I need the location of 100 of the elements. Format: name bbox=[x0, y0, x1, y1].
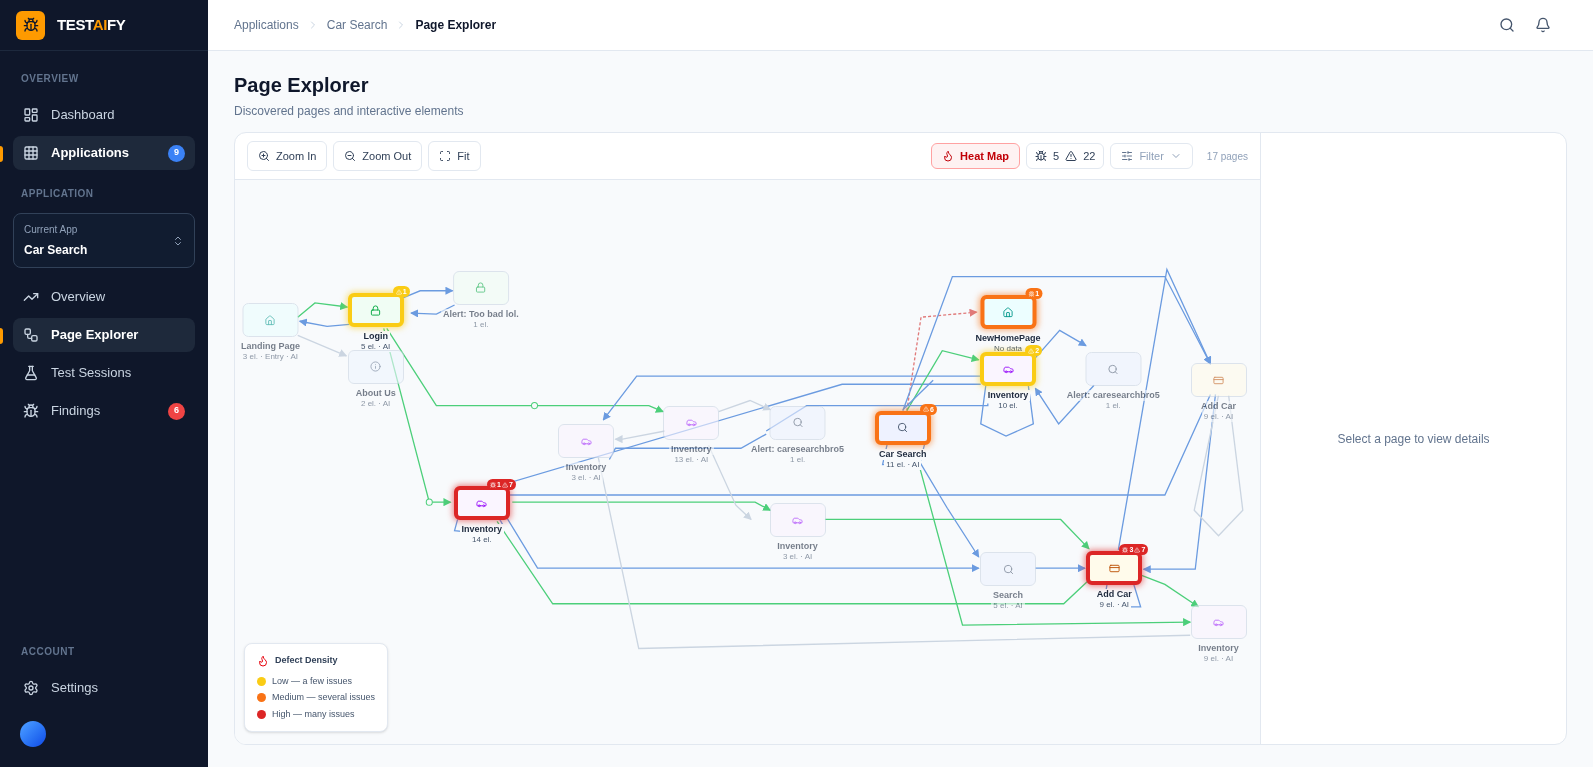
logo-text: AI bbox=[92, 15, 107, 33]
node-meta: 1 el. bbox=[471, 319, 491, 330]
section-heading: ACCOUNT bbox=[20, 645, 76, 659]
picker-label: Current App bbox=[24, 223, 79, 237]
node-title: Alert: caresearchbro5 bbox=[1064, 390, 1162, 401]
search-icon bbox=[1002, 563, 1014, 575]
node-title: Inventory bbox=[669, 443, 714, 455]
search-icon[interactable] bbox=[1499, 17, 1515, 33]
lock-icon bbox=[370, 304, 382, 316]
warning-icon bbox=[501, 481, 508, 488]
zoom-button[interactable]: Fit bbox=[428, 141, 481, 171]
issue-count: 22 bbox=[1083, 148, 1096, 164]
info-icon bbox=[370, 361, 382, 373]
warning-icon bbox=[1065, 150, 1078, 162]
node-meta: 9 el. · AI bbox=[1097, 600, 1131, 611]
dashboard-icon bbox=[23, 107, 39, 123]
chevrons-icon bbox=[172, 234, 184, 247]
bug-icon bbox=[490, 481, 497, 488]
node-title: Login bbox=[361, 331, 390, 343]
node-title: Inventory bbox=[775, 541, 820, 553]
home-icon bbox=[1002, 306, 1014, 318]
warning-icon bbox=[922, 406, 929, 413]
warning-icon bbox=[1134, 546, 1141, 553]
node-meta: 3 el. · AI bbox=[569, 473, 603, 484]
avatar[interactable] bbox=[20, 721, 46, 747]
nav-item[interactable]: Findings 6 bbox=[13, 394, 195, 428]
legend-label: Medium — several issues bbox=[272, 691, 376, 704]
node-title: Landing Page bbox=[238, 341, 302, 353]
node-meta: 2 el. · AI bbox=[358, 398, 393, 409]
logo-text: TEST bbox=[57, 15, 93, 33]
page-node[interactable] bbox=[980, 295, 1037, 330]
flame-icon bbox=[257, 654, 269, 667]
nav-item[interactable]: Test Sessions bbox=[13, 356, 195, 390]
node-meta: 13 el. · AI bbox=[672, 454, 711, 465]
page-node[interactable] bbox=[1086, 551, 1143, 586]
workflow-icon bbox=[23, 327, 39, 343]
grid-icon bbox=[23, 145, 39, 161]
car-icon bbox=[685, 417, 697, 429]
card-icon bbox=[1213, 374, 1224, 386]
logo-icon bbox=[16, 10, 45, 40]
count-badge: 6 bbox=[168, 402, 185, 420]
zoom-button[interactable]: Zoom In bbox=[247, 141, 328, 171]
fit-icon bbox=[439, 150, 452, 162]
notifications-icon[interactable] bbox=[1535, 17, 1551, 33]
node-title: Car Search bbox=[877, 448, 929, 460]
page-subtitle: Discovered pages and interactive elements bbox=[234, 103, 465, 120]
issue-count: 5 bbox=[1053, 148, 1060, 164]
node-title: About Us bbox=[353, 387, 398, 399]
node-meta: 9 el. · AI bbox=[1201, 412, 1236, 423]
node-meta: 3 el. · Entry · AI bbox=[240, 352, 300, 363]
zoom-button[interactable]: Zoom Out bbox=[333, 141, 423, 171]
node-meta: 5 el. · AI bbox=[358, 342, 393, 353]
picker-value: Car Search bbox=[24, 242, 88, 259]
warning-icon bbox=[395, 288, 402, 295]
zoom-in-icon bbox=[258, 150, 270, 162]
section-heading: OVERVIEW bbox=[20, 72, 80, 86]
page-count: 17 pages bbox=[1206, 149, 1248, 164]
node-title: Add Car bbox=[1094, 589, 1134, 601]
node-title: Alert: caresearchbro5 bbox=[749, 443, 847, 455]
legend-label: Low — a few issues bbox=[272, 674, 353, 688]
node-meta: 10 el. bbox=[996, 401, 1020, 411]
page-node[interactable] bbox=[874, 410, 931, 445]
empty-details-text: Select a page to view details bbox=[1337, 430, 1490, 448]
bug-icon bbox=[1028, 290, 1035, 297]
page-title: Page Explorer bbox=[234, 73, 370, 98]
search-icon bbox=[897, 422, 909, 434]
nav-item[interactable]: Overview bbox=[13, 280, 195, 314]
page-node[interactable] bbox=[453, 486, 510, 521]
search-icon bbox=[1107, 363, 1119, 375]
nav-item[interactable]: Settings bbox=[13, 671, 195, 705]
flask-icon bbox=[23, 365, 39, 381]
active-indicator bbox=[0, 146, 3, 162]
node-meta: 11 el. · AI bbox=[884, 459, 922, 470]
bug-icon bbox=[23, 403, 39, 419]
count-badge: 9 bbox=[168, 144, 185, 162]
breadcrumb-link[interactable]: Applications bbox=[234, 16, 299, 34]
lock-icon bbox=[475, 282, 487, 294]
home-icon bbox=[264, 314, 276, 326]
logo-text: FY bbox=[107, 15, 126, 33]
legend-title: Defect Density bbox=[275, 654, 338, 667]
node-meta: 1 el. bbox=[788, 454, 808, 465]
node-title: Inventory bbox=[563, 462, 609, 474]
sliders-icon bbox=[1121, 150, 1134, 162]
heat-map-toggle[interactable]: Heat Map bbox=[931, 143, 1020, 169]
nav-item[interactable]: Page Explorer bbox=[13, 318, 195, 352]
node-title: Alert: Too bad lol. bbox=[440, 308, 521, 320]
search-icon bbox=[792, 417, 804, 429]
bug-icon bbox=[1122, 546, 1129, 553]
active-indicator bbox=[0, 328, 3, 344]
node-title: Inventory bbox=[1196, 643, 1241, 655]
nav-item[interactable]: Applications 9 bbox=[13, 136, 195, 170]
node-title: Inventory bbox=[459, 524, 505, 536]
node-meta: 1 el. bbox=[1103, 401, 1123, 411]
app-picker[interactable]: Current App Car Search bbox=[13, 213, 195, 268]
breadcrumb-link[interactable]: Car Search bbox=[326, 16, 388, 34]
node-title: Add Car bbox=[1199, 401, 1238, 413]
breadcrumb-link[interactable]: Page Explorer bbox=[415, 16, 497, 34]
bug-icon bbox=[1035, 150, 1047, 162]
nav-item[interactable]: Dashboard bbox=[13, 98, 195, 132]
node-title: Inventory bbox=[985, 390, 1031, 401]
